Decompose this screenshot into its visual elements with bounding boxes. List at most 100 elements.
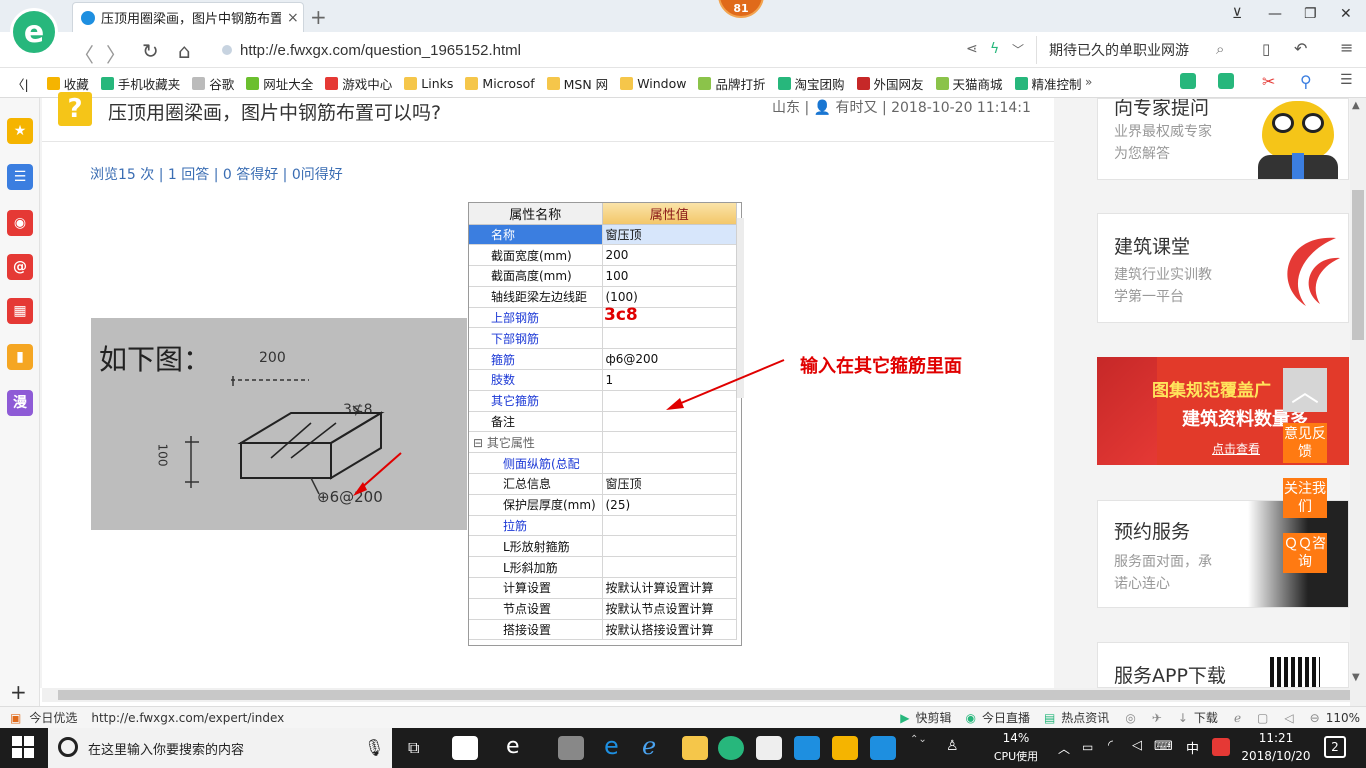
minimize-button[interactable]: — bbox=[1268, 6, 1282, 22]
property-value-cell[interactable]: 200 bbox=[602, 244, 737, 267]
fan-app-icon[interactable] bbox=[452, 736, 478, 760]
today-picks-label[interactable]: 今日优选 bbox=[29, 709, 77, 726]
bookmark-item[interactable]: Links bbox=[404, 76, 453, 91]
plus-app-icon[interactable] bbox=[870, 736, 896, 760]
book-icon[interactable]: ▮ bbox=[7, 344, 33, 370]
bookmark-item[interactable]: 精准控制 bbox=[1014, 74, 1082, 93]
expert-card[interactable]: 向专家提问 业界最权威专家 为您解答 bbox=[1097, 98, 1349, 180]
bookmark-item[interactable]: 谷歌 bbox=[192, 74, 234, 93]
menu-icon[interactable]: ≡ bbox=[1340, 38, 1353, 57]
home-button[interactable]: ⌂ bbox=[178, 39, 191, 63]
live-icon[interactable]: ◉ bbox=[965, 711, 975, 725]
bookmark-item[interactable]: Microsof bbox=[465, 76, 535, 91]
zoom-icon[interactable]: ⚲ bbox=[1300, 72, 1312, 91]
bookmark-item[interactable]: MSN 网 bbox=[546, 74, 608, 93]
table-row[interactable]: 保护层厚度(mm) (25) bbox=[469, 494, 737, 516]
table-row[interactable]: ⊟ 其它属性 bbox=[469, 431, 737, 454]
people-icon[interactable]: ♙ bbox=[946, 738, 959, 754]
bookmark-item[interactable]: 手机收藏夹 bbox=[100, 74, 180, 93]
new-tab-button[interactable]: + bbox=[310, 5, 327, 29]
undo-icon[interactable]: ↶ bbox=[1294, 39, 1307, 58]
bookmark-item[interactable]: 游戏中心 bbox=[325, 74, 392, 93]
task-view-icon[interactable]: ⧉ bbox=[408, 738, 419, 758]
game-icon[interactable]: ▦ bbox=[7, 298, 33, 324]
pin-icon[interactable]: ✈ bbox=[1152, 711, 1162, 725]
property-table[interactable]: 属性名称 属性值 名称 窗压顶 截面宽度(mm) 200 截面高度(mm) 100 轴线距梁… bbox=[468, 202, 742, 646]
zoom-out-icon[interactable]: ⊖ bbox=[1310, 711, 1320, 725]
clip-icon[interactable]: ▶ bbox=[900, 711, 909, 725]
table-row[interactable]: L形斜加筋 bbox=[469, 556, 737, 579]
classroom-card[interactable]: 建筑课堂 建筑行业实训教 学第一平台 bbox=[1097, 213, 1349, 323]
bookmark-item[interactable]: 品牌打折 bbox=[698, 74, 766, 93]
share-icon[interactable]: ⋖ bbox=[966, 41, 978, 57]
lightning-icon[interactable]: ϟ bbox=[990, 41, 999, 57]
mail-icon[interactable]: @ bbox=[7, 254, 33, 280]
notification-center-icon[interactable]: 2 bbox=[1324, 736, 1346, 758]
clock-time[interactable]: 11:21 bbox=[1248, 731, 1304, 745]
restore-button[interactable]: ❐ bbox=[1304, 6, 1317, 22]
table-row[interactable]: 轴线距梁左边线距 (100) bbox=[469, 286, 737, 308]
mail-taskbar-icon[interactable] bbox=[756, 736, 782, 760]
shield-icon[interactable] bbox=[1180, 73, 1196, 89]
edge-icon[interactable]: e bbox=[604, 732, 619, 760]
app-download-card[interactable]: 服务APP下载 bbox=[1097, 642, 1349, 688]
url-text[interactable]: http://e.fwxgx.com/question_1965152.html bbox=[240, 42, 521, 59]
vertical-scrollbar-thumb[interactable] bbox=[1352, 190, 1364, 340]
table-row[interactable]: 侧面纵筋(总配 bbox=[469, 452, 737, 475]
refresh-button[interactable]: ↻ bbox=[142, 39, 159, 63]
ie-mode-icon[interactable]: ℯ bbox=[1234, 711, 1241, 725]
taskbar-search-placeholder[interactable]: 在这里输入你要搜索的内容 bbox=[88, 739, 244, 758]
url-field[interactable]: http://e.fwxgx.com/question_1965152.html bbox=[222, 36, 1032, 64]
keyboard-icon[interactable]: ⌨ bbox=[1154, 739, 1173, 754]
follow-button[interactable]: 关注我们 bbox=[1283, 478, 1327, 518]
bookmark-item[interactable]: 淘宝团购 bbox=[777, 74, 845, 93]
property-value-cell[interactable]: 按默认搭接设置计算 bbox=[602, 619, 737, 641]
sogou-icon[interactable] bbox=[1212, 738, 1230, 756]
ie-icon[interactable]: e bbox=[506, 734, 520, 759]
news-icon[interactable]: ▤ bbox=[1044, 711, 1055, 725]
zoom-level[interactable]: 110% bbox=[1326, 711, 1360, 725]
qq-consult-button[interactable]: ＱＱ咨询 bbox=[1283, 533, 1327, 573]
bookmarks-collapse-button[interactable]: 〈| bbox=[12, 74, 29, 93]
property-value-cell[interactable] bbox=[602, 556, 737, 579]
accelerate-icon[interactable]: ◎ bbox=[1125, 711, 1135, 725]
manga-icon[interactable]: 漫 bbox=[7, 390, 33, 416]
scroll-up-icon[interactable]: ▲ bbox=[1352, 100, 1360, 111]
internet-explorer-icon[interactable]: ℯ bbox=[642, 732, 656, 760]
sidebar-add-button[interactable]: + bbox=[10, 680, 27, 704]
scroll-down-icon[interactable]: ▼ bbox=[1352, 672, 1360, 683]
table-row[interactable]: 搭接设置 按默认搭接设置计算 bbox=[469, 619, 737, 641]
table-row[interactable]: L形放射箍筋 bbox=[469, 535, 737, 558]
windows-start-icon[interactable] bbox=[12, 736, 34, 758]
translate-icon[interactable] bbox=[1218, 73, 1234, 89]
search-text[interactable]: 期待已久的单职业网游 bbox=[1049, 40, 1189, 60]
table-row[interactable]: 拉筋 bbox=[469, 515, 737, 537]
property-value-cell[interactable]: 按默认节点设置计算 bbox=[602, 598, 737, 620]
table-row[interactable]: 下部钢筋 bbox=[469, 327, 737, 350]
sidebar-menu-icon[interactable]: ☰ bbox=[1340, 72, 1353, 88]
chevron-down-icon[interactable]: ﹀ bbox=[1012, 41, 1024, 58]
clock-date[interactable]: 2018/10/20 bbox=[1240, 749, 1312, 763]
cortana-icon[interactable] bbox=[58, 737, 78, 757]
table-row[interactable]: 汇总信息 窗压顶 bbox=[469, 473, 737, 495]
property-value-cell[interactable]: 窗压顶 bbox=[602, 473, 737, 495]
status-item-download[interactable]: 下载 bbox=[1194, 709, 1218, 726]
status-item-live[interactable]: 今日直播 bbox=[982, 709, 1030, 726]
horizontal-scrollbar-thumb[interactable] bbox=[58, 690, 1350, 700]
forward-button[interactable]: 〉 bbox=[106, 39, 126, 68]
search-input[interactable]: 期待已久的单职业网游 bbox=[1036, 36, 1238, 64]
skin-icon[interactable]: ⊻ bbox=[1232, 6, 1242, 22]
speaker-icon[interactable]: ◁ bbox=[1132, 738, 1142, 753]
status-item-news[interactable]: 热点资讯 bbox=[1061, 709, 1109, 726]
property-value-cell[interactable] bbox=[602, 327, 737, 350]
taskbar-scroll-icon[interactable]: ⌃⌄ bbox=[910, 734, 927, 745]
news-feed-icon[interactable]: ☰ bbox=[7, 164, 33, 190]
status-item-clip[interactable]: 快剪辑 bbox=[915, 709, 951, 726]
weibo-icon[interactable]: ◉ bbox=[7, 210, 33, 236]
property-value-cell[interactable] bbox=[602, 515, 737, 537]
360-browser-taskbar-icon[interactable] bbox=[718, 736, 744, 760]
browser-app-icon[interactable] bbox=[558, 736, 584, 760]
notes-app-icon[interactable] bbox=[832, 736, 858, 760]
close-window-button[interactable]: ✕ bbox=[1340, 6, 1352, 22]
scissors-icon[interactable]: ✂ bbox=[1262, 72, 1275, 91]
